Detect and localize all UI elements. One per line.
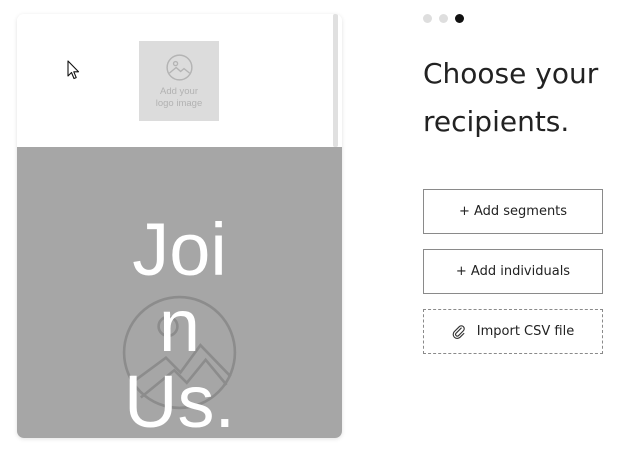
logo-placeholder-line1: Add your [159, 86, 199, 97]
add-individuals-label: + Add individuals [455, 264, 571, 279]
add-segments-button[interactable]: + Add segments [423, 189, 603, 234]
add-segments-label: + Add segments [458, 204, 568, 219]
page-title: Choose your recipients. [423, 50, 621, 146]
email-preview-card: Add your logo image Joi n Us. [17, 14, 342, 438]
preview-scrollbar[interactable] [333, 14, 338, 147]
title-line1: Choose your [423, 57, 599, 90]
hero-line3: Us. [124, 360, 235, 439]
preview-header: Add your logo image [17, 14, 342, 147]
step-dot-2[interactable] [439, 14, 448, 23]
import-csv-label: Import CSV file [476, 324, 575, 339]
hero-image-area[interactable]: Joi n Us. [17, 147, 342, 438]
mouse-pointer-icon [67, 60, 80, 80]
step-dot-1[interactable] [423, 14, 432, 23]
image-icon [165, 54, 193, 81]
logo-placeholder[interactable]: Add your logo image [139, 41, 219, 121]
import-csv-button[interactable]: Import CSV file [423, 309, 603, 354]
paperclip-icon [452, 324, 465, 339]
hero-line1: Joi [132, 208, 227, 291]
logo-placeholder-text: Add your logo image [144, 86, 214, 110]
logo-placeholder-line2: logo image [155, 98, 203, 109]
step-dot-3[interactable] [455, 14, 464, 23]
add-individuals-button[interactable]: + Add individuals [423, 249, 603, 294]
title-line2: recipients. [423, 105, 570, 138]
hero-headline: Joi n Us. [17, 208, 342, 439]
step-indicator [423, 14, 464, 23]
hero-line2: n [158, 284, 201, 367]
